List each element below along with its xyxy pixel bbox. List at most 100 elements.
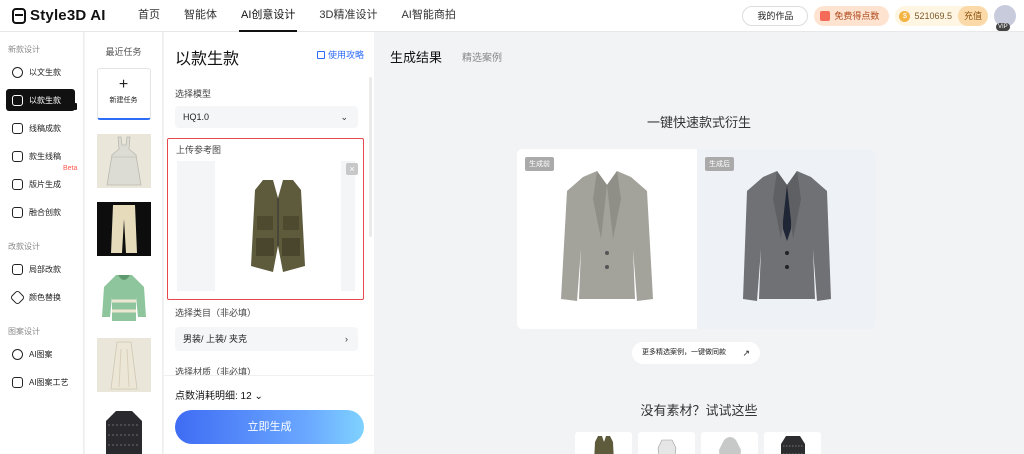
task-thumbnail[interactable] [96,202,151,256]
sample-item[interactable] [575,432,632,454]
sidebar-item-color-replace[interactable]: 颜色替换 [6,286,75,308]
tab-featured-cases[interactable]: 精选案例 [462,49,502,64]
vest-sample-image [593,436,614,454]
more-cases-button[interactable]: 更多精选案例，一键做同款 ↗ [632,342,760,364]
nav-ai-creative-design[interactable]: AI创意设计 [229,0,307,32]
sparkle-icon [12,348,23,360]
generate-button[interactable]: 立即生成 [175,410,364,444]
sample-item[interactable] [701,432,758,454]
sample-item[interactable] [764,432,821,454]
sidebar-item-style-to-sketch[interactable]: 款生线稿 [6,145,75,167]
model-select[interactable]: HQ1.0 ⌄ [175,106,358,128]
before-jacket-image [561,171,653,301]
after-jacket-image [743,171,831,301]
beta-badge: Beta [63,165,78,172]
dress-thumbnail-image [106,136,141,186]
chevron-down-icon: ⌄ [254,391,263,402]
upload-preview [177,161,355,291]
sidebar-item-pattern-generate[interactable]: 版片生成 Beta [6,165,77,195]
free-points-button[interactable]: 免费得点数 [814,6,890,26]
new-task-button[interactable]: + 新建任务 [96,68,151,120]
sidebar-item-sketch-to-style[interactable]: 线稿成款 [6,117,75,139]
my-works-button[interactable]: 我的作品 [742,6,809,26]
guide-link[interactable]: 使用攻略 [316,48,364,61]
top-bar: Style3D AI 首页 智能体 AI创意设计 3D精准设计 AI智能商拍 我… [0,0,1024,32]
sidebar-item-partial-modify[interactable]: 局部改款 [6,258,75,280]
section-new-design: 新款设计 [8,45,40,54]
chevron-down-icon: ⌄ [340,112,348,122]
generate-form-panel: 以款生款 使用攻略 选择模型 HQ1.0 ⌄ 上传参考图 × 选择类目（非必填）… [164,32,374,454]
after-panel: 生成后 [697,149,876,329]
sidebar-item-label: 版片生成 [29,179,61,189]
avatar[interactable]: VIP [994,5,1016,31]
balance-value: 521069.5 [914,11,952,21]
image-icon [12,94,23,106]
logo[interactable]: Style3D AI [12,7,112,24]
more-cases-label: 更多精选案例，一键做同款 [642,349,726,356]
color-drop-icon [9,289,26,305]
recent-tasks-title: 最近任务 [105,47,142,57]
tab-generate-result[interactable]: 生成结果 [390,47,442,66]
nav-home[interactable]: 首页 [126,0,172,32]
tweed-sample-image [780,436,805,454]
sidebar-item-label: 融合创款 [29,207,61,217]
task-thumbnail[interactable] [96,270,151,324]
partial-edit-icon [12,263,23,275]
upload-label: 上传参考图 [176,145,222,155]
nav-ai-product-shoot[interactable]: AI智能商拍 [389,0,467,32]
vip-badge: VIP [996,23,1010,31]
before-panel: 生成前 [517,149,697,329]
sidebar: 新款设计 以文生款 以款生款 线稿成款 款生线稿 版片生成 Beta 融合创款 … [0,32,84,454]
task-thumbnail[interactable] [96,134,151,188]
free-points-label: 免费得点数 [834,11,880,21]
sidebar-item-label: 颜色替换 [29,292,61,302]
cost-detail-label: 点数消耗明细: 12 [175,391,252,402]
main-nav: 首页 智能体 AI创意设计 3D精准设计 AI智能商拍 [126,0,468,32]
sample-item[interactable] [638,432,695,454]
form-scrollbar[interactable] [369,77,372,237]
page-title: 以款生款 [175,51,240,68]
coin-icon: $ [899,10,911,22]
sidebar-item-text-to-style[interactable]: 以文生款 [6,61,75,83]
text-icon [12,66,23,78]
arrow-up-right-icon: ↗ [742,348,750,358]
top-sample-image [657,439,676,454]
sample-gallery [575,432,821,454]
before-tag: 生成前 [525,157,554,171]
hoodie-sample-image [718,437,741,454]
model-label: 选择模型 [175,89,212,99]
category-select[interactable]: 男装/ 上装/ 夹克 › [175,327,358,351]
sidebar-item-label: AI图案 [29,349,53,359]
sidebar-item-ai-pattern-craft[interactable]: AI图案工艺 [6,371,75,393]
task-thumbnail[interactable] [96,406,151,454]
corner-flag-icon [69,103,77,110]
sidebar-item-ai-pattern[interactable]: AI图案 [6,343,75,365]
vest-image [251,180,305,272]
sidebar-item-label: 以款生款 [29,95,61,105]
balance-badge: $ 521069.5 充值 [895,6,988,26]
no-material-title: 没有素材？试试这些 [640,403,758,418]
sidebar-item-label: AI图案工艺 [29,377,69,387]
craft-icon [12,376,23,388]
sidebar-item-fusion[interactable]: 融合创款 [6,201,75,223]
shirt-sketch-icon [12,150,23,162]
cost-detail-toggle[interactable]: 点数消耗明细: 12 ⌄ [175,387,263,402]
nav-agent[interactable]: 智能体 [172,0,229,32]
nav-3d-precise-design[interactable]: 3D精准设计 [307,0,389,32]
category-select-value: 男装/ 上装/ 夹克 [183,334,248,344]
logo-icon [12,7,26,24]
after-tag: 生成后 [705,157,734,171]
top-right-actions: 我的作品 免费得点数 $ 521069.5 充值 VIP [742,5,1016,31]
reference-image [215,161,341,291]
pattern-icon [12,178,23,190]
section-modify-design: 改款设计 [8,242,40,251]
section-pattern-design: 图案设计 [8,327,40,336]
category-label: 选择类目（非必填） [175,308,257,318]
reference-upload-area[interactable]: 上传参考图 × [167,138,364,300]
task-thumbnail[interactable] [96,338,151,392]
close-icon[interactable]: × [346,163,358,175]
skirt-thumbnail-image [110,341,137,390]
recharge-button[interactable]: 充值 [957,6,988,26]
sidebar-item-style-to-style[interactable]: 以款生款 [6,89,77,111]
new-task-label: 新建任务 [109,97,138,104]
